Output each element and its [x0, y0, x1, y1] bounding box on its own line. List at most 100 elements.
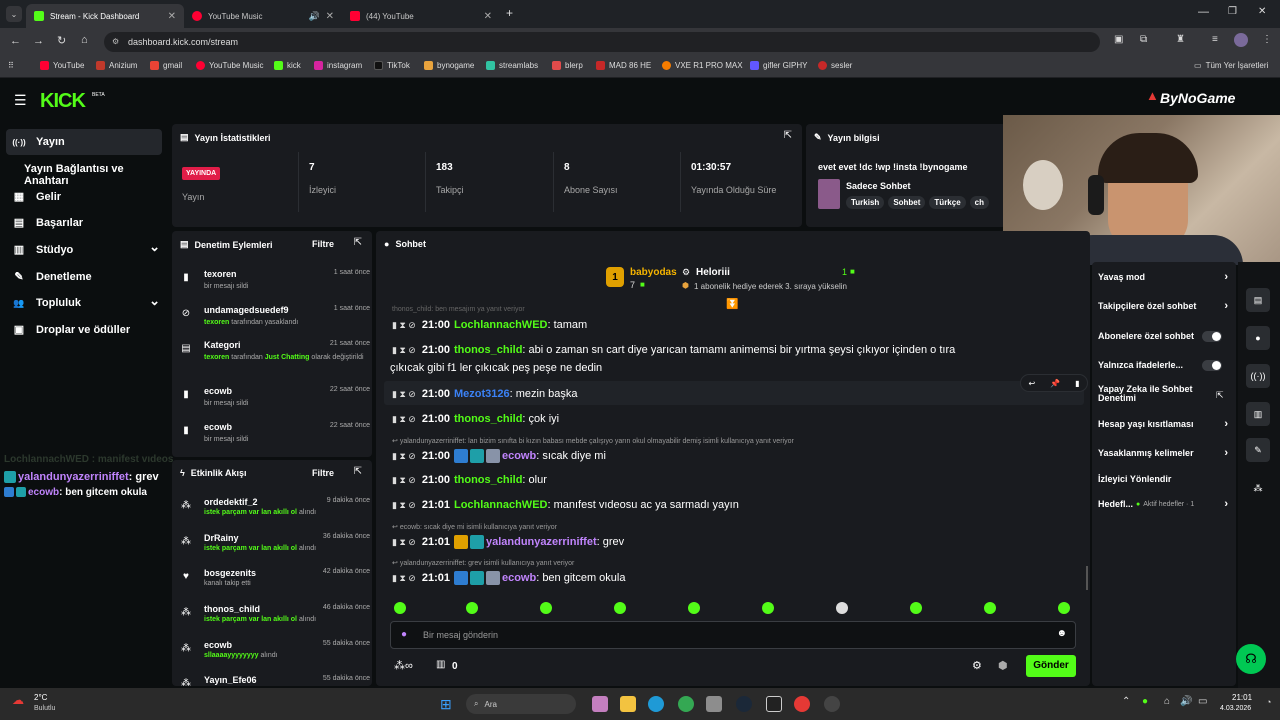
mod-tools-icon[interactable]: ▮ ⧗ ⊘ [392, 389, 416, 400]
emote-icon[interactable] [688, 602, 700, 614]
mod-tools-icon[interactable]: ▮ ⧗ ⊘ [392, 537, 416, 548]
chat-message[interactable]: ▮ ⧗ ⊘ 21:01 ecowb : ben gitcem okula [392, 571, 625, 585]
obs-icon[interactable] [824, 696, 840, 712]
volume-icon[interactable]: 🔊 [1180, 696, 1192, 707]
chat-message[interactable]: ▮ ⧗ ⊘ 21:00 thonos_child : çok iyi [392, 413, 559, 425]
chat-message[interactable]: ▮ ⧗ ⊘ 21:00 thonos_child : olur [392, 474, 547, 486]
network-icon[interactable]: ⌂ [1164, 696, 1170, 707]
emote-icon[interactable] [394, 602, 406, 614]
chat-scrollbar[interactable] [1086, 566, 1088, 590]
maximize-icon[interactable]: ❐ [1228, 6, 1237, 17]
tag[interactable]: Türkçe [929, 196, 966, 209]
tab-search-icon[interactable]: ⌄ [6, 6, 22, 22]
stream-title[interactable]: evet evet !dc !wp !insta !bynogame [818, 162, 968, 172]
reload-icon[interactable]: ↻ [57, 34, 66, 47]
chat-settings-icon[interactable]: ⚙ [972, 659, 982, 672]
bookmark-vxe[interactable]: VXE R1 PRO MAX [662, 61, 743, 70]
gifter-name[interactable]: Heloriii [696, 267, 730, 278]
mod-filter-button[interactable]: Filtre [312, 239, 334, 249]
emote-icon[interactable] [540, 602, 552, 614]
taskbar-search[interactable]: ⌕ Ara [466, 694, 576, 714]
bookmark-instagram[interactable]: instagram [314, 61, 362, 70]
message-username[interactable]: ecowb [502, 572, 536, 584]
message-input[interactable]: ● Bir mesaj gönderin ☻ [390, 621, 1076, 649]
mod-tools-icon[interactable]: ▮ ⧗ ⊘ [392, 573, 416, 584]
mod-tools-icon[interactable]: ▮ ⧗ ⊘ [392, 345, 416, 356]
setting-slow-mode[interactable]: Yavaş mod › [1098, 271, 1228, 283]
quick-broadcast-icon[interactable]: ((·)) [1246, 364, 1270, 388]
quick-store-icon[interactable]: ▥ [1246, 402, 1270, 426]
chevron-down-icon[interactable]: ⌄ [149, 293, 160, 309]
chat-message[interactable]: ▮ ⧗ ⊘ 21:01 LochlannachWED : manıfest vı… [392, 499, 739, 511]
emote-icon[interactable] [984, 602, 996, 614]
message-username[interactable]: thonos_child [454, 474, 522, 486]
mod-actor[interactable]: texoren [204, 354, 229, 361]
setting-ai-moderation[interactable]: Yapay Zeka ile Sohbet Denetimi [1098, 385, 1208, 403]
pause-scroll-icon[interactable]: ⏬ [726, 299, 738, 310]
tab-kick-dashboard[interactable]: Stream - Kick Dashboard ✕ [26, 4, 184, 28]
chat-message[interactable]: ▮ ⧗ ⊘ 21:00 Mezot3126 : mezin başka [392, 388, 577, 400]
pin-icon[interactable]: 📌 [1050, 379, 1060, 388]
start-button[interactable]: ⊞ [440, 696, 452, 713]
media-icon[interactable]: ≡ [1212, 34, 1218, 45]
sidebar-item-yayin[interactable]: ((·)) Yayın [12, 136, 64, 148]
tab-youtube-music[interactable]: YouTube Music 🔊 ✕ [184, 4, 342, 28]
extensions-icon[interactable]: ⧉ [1140, 34, 1147, 45]
apps-icon[interactable]: ⠿ [8, 61, 14, 70]
category-name[interactable]: Sadece Sohbet [846, 181, 911, 191]
message-username[interactable]: LochlannachWED [454, 319, 548, 331]
tag[interactable]: Sohbet [888, 196, 926, 209]
setting-banned-words[interactable]: Yasaklanmış kelimeler › [1098, 447, 1228, 459]
bookmark-mad86[interactable]: MAD 86 HE [596, 61, 651, 70]
mod-tools-icon[interactable]: ▮ ⧗ ⊘ [392, 500, 416, 511]
bookmark-tiktok[interactable]: TikTok [374, 61, 410, 70]
close-tab-icon[interactable]: ✕ [484, 11, 492, 22]
home-icon[interactable]: ⌂ [81, 34, 88, 46]
message-username[interactable]: Mezot3126 [454, 388, 510, 400]
bookmark-sesler[interactable]: sesler [818, 61, 852, 70]
emote-icon[interactable] [1058, 602, 1070, 614]
bookmark-bynogame[interactable]: bynogame [424, 61, 474, 70]
sidebar-item-gelir[interactable]: ▦ Gelir [12, 190, 61, 204]
setting-raid[interactable]: İzleyici Yönlendir [1098, 474, 1228, 484]
sidebar-item-topluluk[interactable]: 👥 Topluluk ⌄ [12, 293, 160, 309]
emote-icon[interactable] [614, 602, 626, 614]
setting-goals[interactable]: Hedefl... ● Aktif hedefler · 1 › [1098, 498, 1228, 510]
weather-icon[interactable]: ☁ [12, 693, 24, 707]
minimize-icon[interactable]: — [1198, 6, 1209, 18]
notifications-icon[interactable]: ◔ [1266, 697, 1271, 707]
menu-icon[interactable]: ☰ [14, 92, 27, 109]
message-username[interactable]: ecowb [502, 450, 536, 462]
system-tray-chevron-icon[interactable]: ⌃ [1122, 696, 1130, 707]
store-icon[interactable]: ▥ [436, 659, 445, 670]
bookmark-anizium[interactable]: Anizium [96, 61, 137, 70]
chat-message[interactable]: ▮ ⧗ ⊘ 21:00 LochlannachWED : tamam [392, 319, 587, 331]
support-button[interactable]: ☊ [1236, 644, 1266, 674]
chevron-down-icon[interactable]: ⌄ [149, 239, 160, 255]
sidebar-item-stream-key[interactable]: Yayın Bağlantısı ve Anahtarı [24, 163, 170, 187]
chrome-icon[interactable] [678, 696, 694, 712]
forward-icon[interactable]: → [33, 35, 44, 47]
activity-filter-button[interactable]: Filtre [312, 468, 334, 478]
bookmark-youtube-music[interactable]: YouTube Music [196, 61, 264, 70]
toggle-switch[interactable] [1202, 330, 1222, 342]
bookmark-kick[interactable]: kick [274, 61, 301, 70]
mod-actor[interactable]: texoren [204, 319, 229, 326]
file-explorer-icon[interactable] [620, 696, 636, 712]
quick-notes-icon[interactable]: ▤ [1246, 288, 1270, 312]
chat-message[interactable]: ▮ ⧗ ⊘ 21:01 yalandunyazerriniffet : grev [392, 535, 624, 549]
quick-chat-icon[interactable]: ● [1246, 326, 1270, 350]
setting-emotes-only[interactable]: Yalnızca ifadelerle... [1098, 359, 1228, 371]
address-bar[interactable]: ⚙ dashboard.kick.com/stream [104, 32, 1100, 52]
message-username[interactable]: thonos_child [454, 344, 522, 356]
epic-games-icon[interactable] [766, 696, 782, 712]
top-gifter-name[interactable]: babyodas [630, 267, 677, 278]
mic-icon[interactable]: ● [401, 629, 407, 640]
message-username[interactable]: yalandunyazerriniffet [486, 536, 597, 548]
popout-icon[interactable]: ⇱ [784, 130, 792, 141]
profile-avatar[interactable] [1234, 33, 1248, 47]
browser-menu-icon[interactable]: ⋮ [1262, 34, 1272, 45]
popout-icon[interactable]: ⇱ [354, 237, 362, 248]
delete-icon[interactable]: ▮ [1075, 379, 1079, 388]
steam-icon[interactable] [736, 696, 752, 712]
